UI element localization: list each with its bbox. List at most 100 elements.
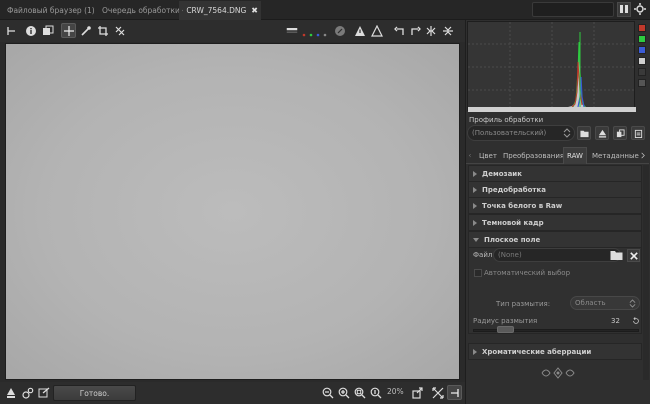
zoom-100-button[interactable] <box>368 385 383 400</box>
histogram-green-toggle[interactable] <box>638 35 646 43</box>
expander-icon <box>473 348 477 355</box>
status-text: Готово. <box>79 388 110 398</box>
auto-select-label: Автоматический выбор <box>484 269 571 277</box>
decorative-ornament-icon <box>538 365 578 381</box>
window-layout-button[interactable] <box>617 2 631 17</box>
histogram-raw-toggle[interactable] <box>638 79 646 87</box>
panel-scrollbar[interactable] <box>643 165 649 380</box>
profile-select[interactable]: (Пользовательский) <box>467 125 575 141</box>
blur-type-select[interactable]: Область <box>570 296 640 310</box>
copy-icon <box>42 25 53 35</box>
blur-radius-value[interactable]: 32 <box>611 317 620 325</box>
white-balance-tool-button[interactable] <box>78 23 93 38</box>
reset-icon[interactable] <box>632 317 640 325</box>
section-title: Демозаик <box>482 169 522 178</box>
histogram-blue-toggle[interactable] <box>638 46 646 54</box>
section-dark-frame[interactable]: Темновой кадр <box>468 214 642 231</box>
highlight-warning-button[interactable] <box>369 23 384 38</box>
copy-profile-button[interactable] <box>613 126 627 140</box>
rotate-right-icon <box>410 26 421 35</box>
paste-profile-button[interactable] <box>631 126 645 140</box>
panel-left-icon <box>6 26 15 35</box>
save-icon <box>6 387 15 398</box>
folder-icon[interactable] <box>610 249 623 261</box>
before-after-button[interactable] <box>40 23 55 38</box>
warning-outline-icon <box>370 24 383 37</box>
hand-tool-button[interactable] <box>61 23 76 38</box>
expander-icon <box>473 202 477 209</box>
histogram-luminance-toggle[interactable] <box>638 57 646 65</box>
zoom-fit-icon <box>354 387 365 398</box>
section-chromatic-aberration[interactable]: Хроматические аберрации <box>468 343 642 360</box>
tab-file-browser[interactable]: Файловый браузер (1) <box>1 1 95 20</box>
section-demosaic[interactable]: Демозаик <box>468 165 642 182</box>
rotate-left-button[interactable] <box>392 23 407 38</box>
tab-editor-label: CRW_7564.DNG <box>186 6 247 15</box>
expander-open-icon <box>473 237 479 242</box>
tabs-scroll-right[interactable] <box>638 147 648 164</box>
info-button[interactable] <box>23 23 38 38</box>
shadow-warning-button[interactable] <box>352 23 367 38</box>
editor-toolbar <box>0 20 465 42</box>
straighten-tool-button[interactable] <box>112 23 127 38</box>
expander-icon <box>473 170 477 177</box>
export-button[interactable] <box>3 385 18 400</box>
flip-horizontal-button[interactable] <box>423 23 438 38</box>
flat-field-file-select[interactable]: (None) <box>493 248 621 262</box>
histogram-graph <box>468 22 636 112</box>
queue-button[interactable] <box>20 385 35 400</box>
clear-file-button[interactable] <box>627 249 640 262</box>
section-preprocess[interactable]: Предобработка <box>468 181 642 198</box>
tab-queue[interactable]: Очередь обработки <box>96 1 180 20</box>
section-raw-white-point[interactable]: Точка белого в Raw <box>468 197 642 214</box>
tabs-scroll-left[interactable] <box>466 147 474 164</box>
crop-tool-button[interactable] <box>95 23 110 38</box>
chevron-left-icon <box>469 154 471 157</box>
blur-radius-label: Радиус размытия <box>473 317 538 325</box>
tab-transform[interactable]: Преобразования <box>500 147 567 164</box>
tab-file-browser-label: Файловый браузер (1) <box>7 6 95 15</box>
histogram-red-toggle[interactable] <box>638 24 646 32</box>
load-profile-button[interactable] <box>577 126 591 140</box>
crop-icon <box>97 25 108 36</box>
hide-right-panel-button[interactable] <box>447 385 462 400</box>
hide-panel-button[interactable] <box>3 23 18 38</box>
image-preview[interactable] <box>5 43 460 380</box>
send-to-editor-button[interactable] <box>36 385 51 400</box>
zoom-100-icon <box>370 387 381 398</box>
zoom-fit-button[interactable] <box>352 385 367 400</box>
histogram-channel-toggles <box>636 21 649 111</box>
straighten-icon <box>115 26 124 35</box>
save-profile-button[interactable] <box>595 126 609 140</box>
image-icon <box>182 9 184 12</box>
zoom-out-button[interactable] <box>320 385 335 400</box>
detail-window-icon <box>411 386 423 399</box>
search-input[interactable] <box>532 2 614 17</box>
flip-vertical-button[interactable] <box>440 23 455 38</box>
preview-mode-button[interactable] <box>284 23 300 38</box>
zoom-in-button[interactable] <box>336 385 351 400</box>
histogram-chroma-toggle[interactable] <box>638 68 646 76</box>
focus-mask-button[interactable] <box>332 23 347 38</box>
rotate-right-button[interactable] <box>407 23 422 38</box>
new-detail-window-button[interactable] <box>409 385 424 400</box>
chevron-updown-icon <box>563 128 571 138</box>
warning-icon <box>354 25 365 36</box>
paste-icon <box>634 129 642 138</box>
section-title: Плоское поле <box>484 235 541 244</box>
tab-raw[interactable]: RAW <box>563 147 587 164</box>
tab-color[interactable]: Цвет <box>476 147 500 164</box>
tab-metadata[interactable]: Метаданные <box>589 147 642 164</box>
preferences-button[interactable] <box>633 2 647 17</box>
flat-field-file-label: Файл <box>473 251 493 259</box>
auto-select-checkbox[interactable] <box>474 269 482 277</box>
preview-luminance-button[interactable] <box>321 23 329 38</box>
close-icon <box>629 251 638 260</box>
section-title: Хроматические аберрации <box>482 347 592 356</box>
close-icon[interactable]: ✖ <box>251 6 258 15</box>
fullscreen-button[interactable] <box>430 385 445 400</box>
blur-radius-slider-thumb[interactable] <box>496 326 514 333</box>
section-flat-field[interactable]: Плоское поле <box>468 231 642 248</box>
chevron-updown-icon <box>629 299 636 308</box>
tab-editor[interactable]: CRW_7564.DNG ✖ <box>179 1 261 20</box>
